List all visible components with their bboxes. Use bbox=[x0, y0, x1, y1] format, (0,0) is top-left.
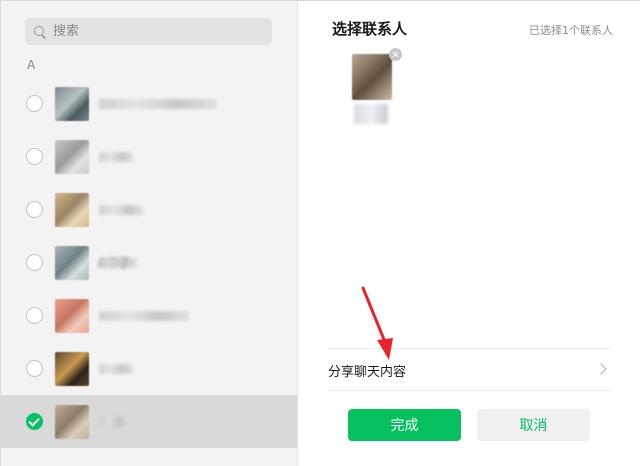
avatar bbox=[55, 351, 89, 386]
contact-row[interactable] bbox=[1, 289, 297, 342]
radio-icon[interactable] bbox=[26, 201, 43, 218]
contact-name-blur bbox=[99, 417, 129, 427]
cancel-button[interactable]: 取消 bbox=[477, 409, 590, 441]
contact-row[interactable] bbox=[1, 183, 297, 236]
contact-name-blur bbox=[99, 364, 133, 374]
chevron-right-icon bbox=[595, 363, 607, 375]
contact-picker-window: A A单子 选择联系人 已选择1个联系人 分享聊天内容 完成 取消 bbox=[0, 0, 640, 466]
contact-name-blur bbox=[99, 99, 217, 109]
avatar bbox=[55, 139, 89, 174]
contact-row[interactable] bbox=[1, 395, 297, 448]
radio-icon[interactable] bbox=[26, 95, 43, 112]
contact-name-blur bbox=[99, 258, 137, 268]
share-chat-content-label: 分享聊天内容 bbox=[328, 364, 407, 380]
divider bbox=[328, 348, 611, 349]
page-title: 选择联系人 bbox=[332, 20, 408, 38]
contact-name-blur bbox=[99, 311, 189, 321]
search-input[interactable] bbox=[53, 24, 253, 39]
radio-icon[interactable] bbox=[26, 254, 43, 271]
avatar bbox=[55, 192, 89, 227]
contact-name-blur bbox=[99, 152, 133, 162]
avatar bbox=[55, 404, 89, 439]
selected-contact-avatar bbox=[352, 54, 392, 100]
remove-icon[interactable] bbox=[389, 48, 402, 61]
contact-row[interactable]: A单子 bbox=[1, 236, 297, 289]
checked-radio-icon[interactable] bbox=[26, 413, 43, 430]
contact-row[interactable] bbox=[1, 130, 297, 183]
selected-count: 已选择1个联系人 bbox=[529, 24, 613, 37]
selected-contact bbox=[352, 54, 394, 104]
divider bbox=[328, 390, 611, 391]
selection-panel: 选择联系人 已选择1个联系人 分享聊天内容 完成 取消 bbox=[298, 1, 640, 466]
contact-list-panel: A A单子 bbox=[1, 1, 298, 466]
contact-row[interactable] bbox=[1, 77, 297, 130]
contact-name-blur bbox=[99, 205, 143, 215]
avatar bbox=[55, 298, 89, 333]
avatar bbox=[55, 86, 89, 121]
selected-contact-name bbox=[354, 104, 388, 124]
radio-icon[interactable] bbox=[26, 307, 43, 324]
search-box[interactable] bbox=[25, 18, 272, 45]
contact-row[interactable] bbox=[1, 342, 297, 395]
done-button[interactable]: 完成 bbox=[348, 409, 461, 441]
section-letter: A bbox=[27, 58, 36, 72]
search-icon bbox=[33, 25, 47, 39]
radio-icon[interactable] bbox=[26, 148, 43, 165]
radio-icon[interactable] bbox=[26, 360, 43, 377]
contact-list: A单子 bbox=[1, 77, 297, 448]
avatar bbox=[55, 245, 89, 280]
share-chat-content-row[interactable]: 分享聊天内容 bbox=[328, 350, 611, 390]
